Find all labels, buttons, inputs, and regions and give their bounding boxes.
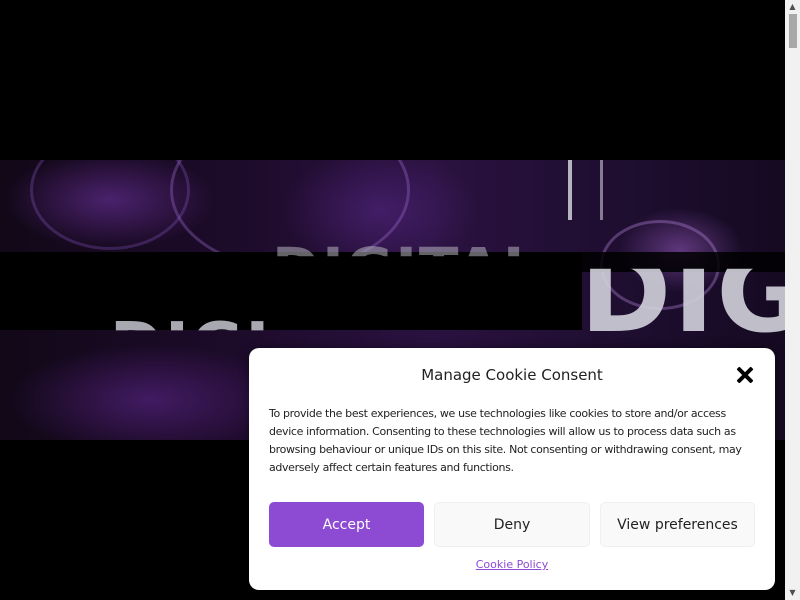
scrollbar-thumb[interactable] bbox=[789, 14, 797, 48]
cookie-dialog-message: To provide the best experiences, we use … bbox=[269, 407, 742, 474]
hero-fan-ring bbox=[30, 160, 190, 250]
scroll-up-arrow-icon[interactable]: ▲ bbox=[785, 0, 800, 14]
accept-button[interactable]: Accept bbox=[269, 502, 424, 547]
scroll-down-arrow-icon[interactable]: ▼ bbox=[785, 586, 800, 600]
hero-light-bar bbox=[600, 160, 603, 220]
hero-title-fragment: DIGI bbox=[110, 310, 272, 384]
cookie-policy-link[interactable]: Cookie Policy bbox=[249, 558, 775, 571]
hero-dark-strip bbox=[0, 252, 582, 330]
view-preferences-button[interactable]: View preferences bbox=[600, 502, 755, 547]
cookie-dialog-title: Manage Cookie Consent bbox=[421, 366, 603, 384]
hero-light-bar bbox=[568, 160, 572, 220]
close-icon[interactable] bbox=[734, 364, 756, 386]
scrollbar-track[interactable] bbox=[785, 0, 800, 600]
cookie-consent-dialog: Manage Cookie Consent To provide the bes… bbox=[249, 348, 775, 590]
deny-button[interactable]: Deny bbox=[434, 502, 590, 547]
